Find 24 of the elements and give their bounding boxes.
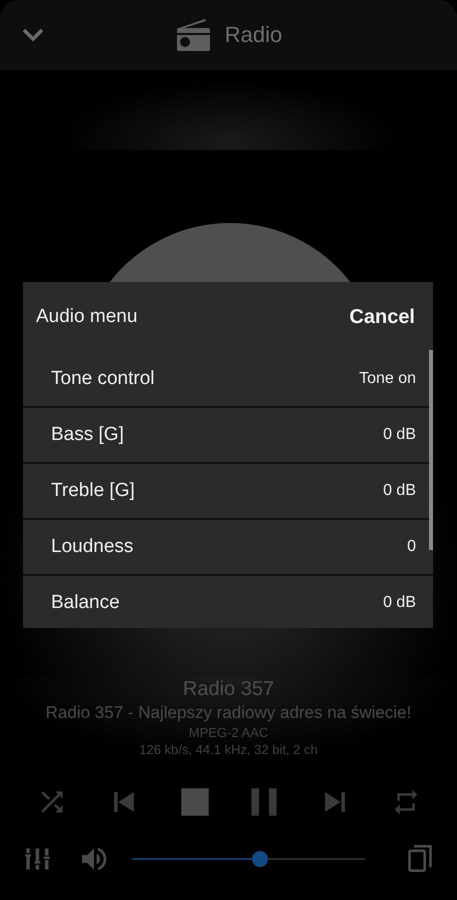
option-value: 0 dB xyxy=(383,594,416,612)
option-value: 0 dB xyxy=(383,426,416,444)
option-label: Loudness xyxy=(51,536,134,558)
station-name: Radio 357 xyxy=(182,677,274,702)
chevron-down-icon[interactable] xyxy=(22,28,44,42)
option-label: Bass [G] xyxy=(51,424,124,446)
option-value: Tone on xyxy=(359,370,416,388)
option-label: Treble [G] xyxy=(51,480,135,502)
slider-thumb[interactable] xyxy=(252,851,268,867)
menu-row[interactable]: Balance 0 dB xyxy=(23,576,433,628)
option-value: 0 xyxy=(407,538,416,556)
radio-icon xyxy=(174,17,211,53)
cancel-button[interactable]: Cancel xyxy=(349,306,415,328)
copy-icon[interactable] xyxy=(407,845,433,873)
dialog-title: Audio menu xyxy=(36,306,138,328)
option-label: Balance xyxy=(51,592,120,614)
station-description: Radio 357 - Najlepszy radiowy adres na świecie! xyxy=(46,702,412,724)
codec-label: MPEG-2 AAC xyxy=(188,724,268,741)
option-value: 0 dB xyxy=(383,482,416,500)
option-label: Tone control xyxy=(51,368,155,390)
screen-title: Radio xyxy=(224,22,282,48)
pause-icon[interactable] xyxy=(249,787,279,817)
stream-format: 126 kb/s, 44.1 kHz, 32 bit, 2 ch xyxy=(139,741,318,758)
stop-icon[interactable] xyxy=(180,787,210,817)
